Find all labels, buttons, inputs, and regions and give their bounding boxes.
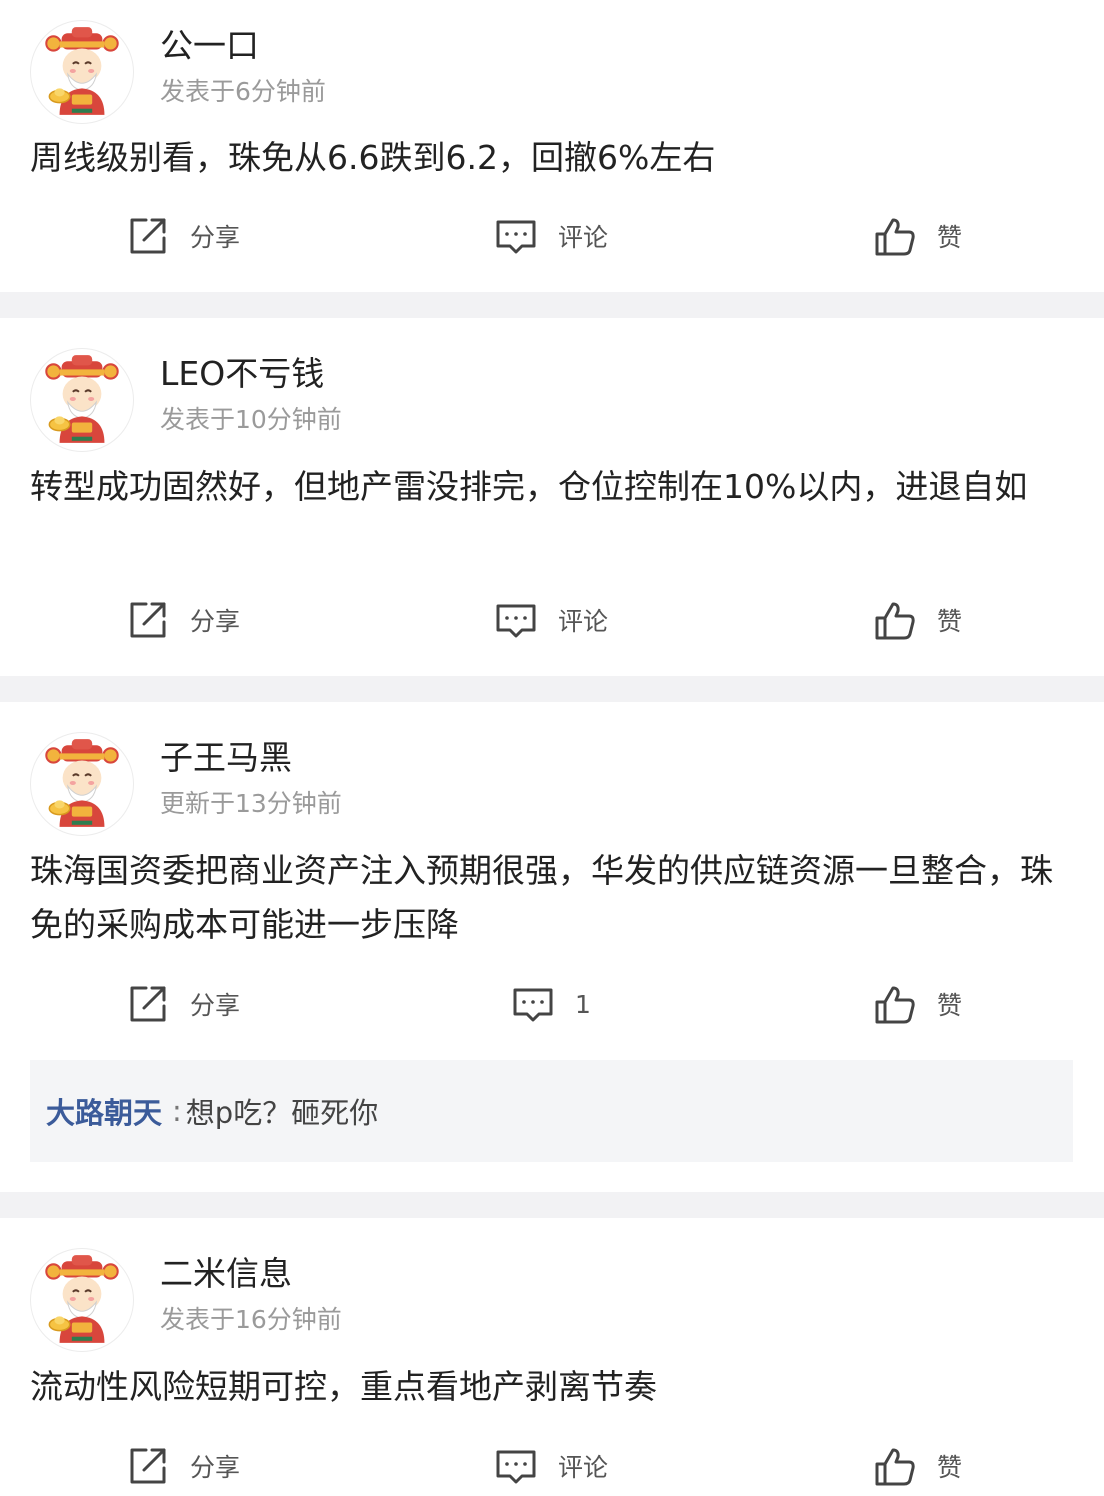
- share-label: 分享: [190, 607, 241, 636]
- share-button[interactable]: 分享: [126, 974, 240, 1034]
- post-actions: 分享 评论 赞: [0, 590, 1104, 650]
- post-divider: [0, 1192, 1104, 1218]
- reply-text: 想p吃？砸死你: [185, 1096, 379, 1130]
- comment-button[interactable]: 1: [511, 974, 591, 1034]
- post-divider: [0, 676, 1104, 702]
- post-time: 更新于13分钟前: [160, 789, 342, 818]
- comment-icon: [496, 1450, 536, 1484]
- user-avatar[interactable]: [30, 20, 134, 124]
- comment-label: 评论: [558, 1453, 609, 1482]
- user-avatar[interactable]: [30, 732, 134, 836]
- post-content: 转型成功固然好，但地产雷没排完，仓位控制在10%以内，进退自如: [30, 467, 1028, 506]
- share-button[interactable]: 分享: [126, 1436, 240, 1496]
- username[interactable]: LEO不亏钱: [160, 352, 324, 396]
- comment-button[interactable]: 评论: [494, 1436, 608, 1496]
- post-time: 发表于16分钟前: [160, 1305, 342, 1334]
- post-content: 周线级别看，珠免从6.6跌到6.2，回撤6%左右: [30, 138, 716, 177]
- thumbs-up-icon: [875, 602, 915, 640]
- comment-button[interactable]: 评论: [494, 206, 608, 266]
- post-content: 珠海国资委把商业资产注入预期很强，华发的供应链资源一旦整合，珠免的采购成本可能进…: [30, 851, 1053, 944]
- post-card: LEO不亏钱 发表于10分钟前 转型成功固然好，但地产雷没排完，仓位控制在10%…: [0, 318, 1104, 676]
- username[interactable]: 二米信息: [160, 1252, 292, 1296]
- post-actions: 分享 1 赞: [0, 974, 1104, 1034]
- post-card: 公一口 发表于6分钟前 周线级别看，珠免从6.6跌到6.2，回撤6%左右 分享 …: [0, 0, 1104, 292]
- thumbs-up-icon: [875, 1448, 915, 1486]
- post-actions: 分享 评论 赞: [0, 1436, 1104, 1496]
- post-time: 发表于10分钟前: [160, 405, 342, 434]
- post-content: 流动性风险短期可控，重点看地产剥离节奏: [30, 1367, 657, 1406]
- like-button[interactable]: 赞: [873, 974, 962, 1034]
- share-icon: [130, 1448, 166, 1484]
- comment-icon: [496, 604, 536, 638]
- like-label: 赞: [937, 1453, 963, 1482]
- like-label: 赞: [937, 223, 963, 252]
- reply-author[interactable]: 大路朝天: [46, 1090, 162, 1132]
- like-label: 赞: [937, 991, 963, 1020]
- post-divider: [0, 292, 1104, 318]
- user-avatar[interactable]: [30, 1248, 134, 1352]
- share-label: 分享: [190, 1453, 241, 1482]
- post-actions: 分享 评论 赞: [0, 206, 1104, 266]
- reply-preview[interactable]: 大路朝天 : 想p吃？砸死你: [30, 1060, 1073, 1162]
- share-button[interactable]: 分享: [126, 206, 240, 266]
- share-button[interactable]: 分享: [126, 590, 240, 650]
- share-label: 分享: [190, 991, 241, 1020]
- user-avatar[interactable]: [30, 348, 134, 452]
- comment-count: 1: [575, 989, 591, 1019]
- post-card: 子王马黑 更新于13分钟前 珠海国资委把商业资产注入预期很强，华发的供应链资源一…: [0, 702, 1104, 1192]
- username[interactable]: 子王马黑: [160, 736, 292, 780]
- thumbs-up-icon: [875, 218, 915, 256]
- reply-separator: :: [172, 1094, 182, 1128]
- like-button[interactable]: 赞: [873, 1436, 962, 1496]
- like-button[interactable]: 赞: [873, 206, 962, 266]
- like-button[interactable]: 赞: [873, 590, 962, 650]
- share-icon: [130, 602, 166, 638]
- username[interactable]: 公一口: [160, 24, 259, 68]
- comment-icon: [496, 220, 536, 254]
- share-icon: [130, 218, 166, 254]
- post-card: 二米信息 发表于16分钟前 流动性风险短期可控，重点看地产剥离节奏 分享 评论: [0, 1218, 1104, 1491]
- comment-button[interactable]: 评论: [494, 590, 608, 650]
- share-icon: [130, 986, 166, 1022]
- post-time: 发表于6分钟前: [160, 77, 326, 106]
- like-label: 赞: [937, 607, 963, 636]
- comment-label: 评论: [558, 607, 609, 636]
- comment-label: 评论: [558, 223, 609, 252]
- thumbs-up-icon: [875, 986, 915, 1024]
- share-label: 分享: [190, 223, 241, 252]
- comment-icon: [513, 988, 553, 1022]
